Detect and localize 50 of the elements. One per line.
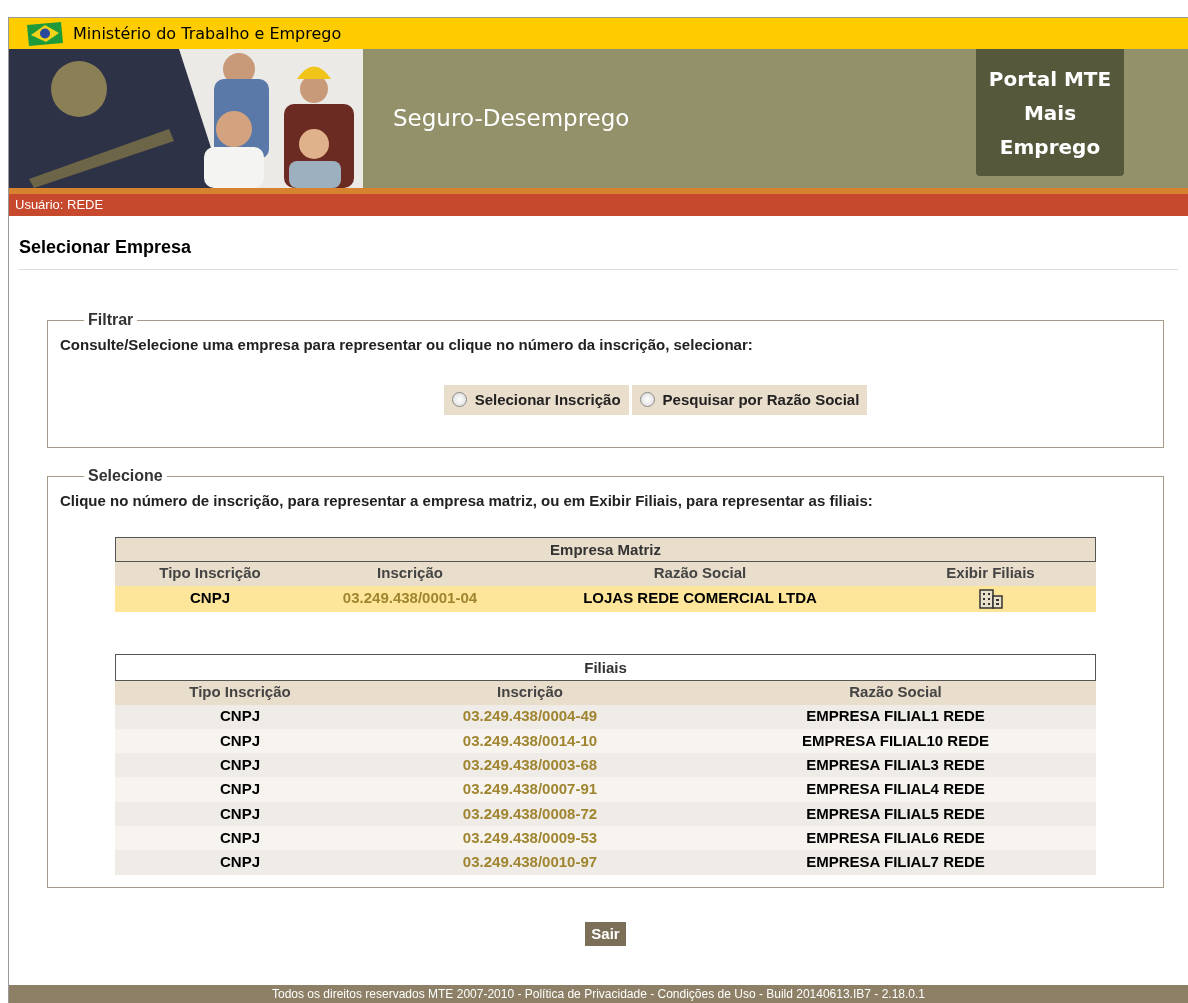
site-title: Seguro-Desemprego (393, 104, 630, 134)
table-cell-text: EMPRESA FILIAL3 REDE (805, 755, 986, 775)
building-icon[interactable] (978, 588, 1003, 609)
column-header: Razão Social (652, 563, 748, 584)
table-cell-text: EMPRESA FILIAL5 REDE (805, 803, 986, 824)
table-cell-text: CNPJ (219, 730, 261, 751)
inscription-link[interactable]: 03.249.438/0008-72 (365, 802, 695, 826)
inscription-link[interactable]: 03.249.438/0003-68 (365, 754, 695, 777)
table-cell-text: EMPRESA FILIAL6 REDE (805, 827, 986, 848)
table-cell-text: EMPRESA FILIAL10 REDE (801, 730, 990, 751)
page-title: Selecionar Empresa (19, 234, 1178, 270)
portal-link[interactable]: Portal MTE Mais Emprego (976, 49, 1124, 176)
table-cell-text: CNPJ (219, 852, 261, 873)
table-cell-text: CNPJ (189, 588, 231, 609)
inscription-link[interactable]: 03.249.438/0001-04 (305, 587, 515, 610)
column-header: Inscrição (376, 563, 444, 584)
column-header: Tipo Inscrição (158, 563, 262, 584)
table-cell-text: EMPRESA FILIAL4 REDE (805, 779, 986, 800)
column-header: Exibir Filiais (945, 563, 1036, 584)
filter-instruction: Consulte/Selecione uma empresa para representar ou clique no número da inscrição, selecionar: (60, 335, 754, 355)
ministry-name: Ministério do Trabalho e Emprego (73, 22, 342, 45)
table-cell-text: LOJAS REDE COMERCIAL LTDA (582, 588, 818, 609)
column-header: Tipo Inscrição (188, 682, 292, 703)
radio-label: Selecionar Inscrição (474, 389, 621, 410)
table-cell-text: CNPJ (219, 803, 261, 824)
column-header: Inscrição (496, 682, 564, 703)
inscription-link[interactable]: 03.249.438/0007-91 (365, 778, 695, 801)
flag-icon (25, 20, 65, 47)
table-cell-text: EMPRESA FILIAL1 REDE (805, 706, 986, 727)
exit-button[interactable]: Sair (585, 921, 626, 946)
table-caption: Filiais (115, 653, 1096, 681)
inscription-link[interactable]: 03.249.438/0004-49 (365, 705, 695, 728)
radio-button[interactable] (451, 392, 467, 408)
table-cell-text: CNPJ (219, 706, 261, 727)
select-legend: Selecione (84, 464, 167, 488)
table-cell-text: CNPJ (219, 827, 261, 848)
inscription-link[interactable]: 03.249.438/0009-53 (365, 826, 695, 850)
table-cell-text: CNPJ (219, 755, 261, 775)
inscription-link[interactable]: 03.249.438/0010-97 (365, 851, 695, 874)
table-caption: Empresa Matriz (115, 536, 1096, 562)
radio-button[interactable] (639, 392, 655, 408)
select-instruction: Clique no número de inscrição, para representar a empresa matriz, ou em Exibir Filiais, para representar as filiais: (60, 491, 874, 511)
column-header: Razão Social (848, 682, 943, 703)
table-cell-text: EMPRESA FILIAL7 REDE (805, 852, 986, 873)
user-label: Usuário: REDE (15, 196, 104, 215)
table-cell-text: CNPJ (219, 779, 261, 800)
footer-text: Todos os direitos reservados MTE 2007-2010 - Política de Privacidade - Condições de Uso - Build 20140613.IB7 - 2.18.0.1 (271, 986, 925, 1003)
radio-label: Pesquisar por Razão Social (662, 389, 860, 410)
filter-legend: Filtrar (84, 308, 138, 332)
inscription-link[interactable]: 03.249.438/0014-10 (365, 729, 695, 753)
